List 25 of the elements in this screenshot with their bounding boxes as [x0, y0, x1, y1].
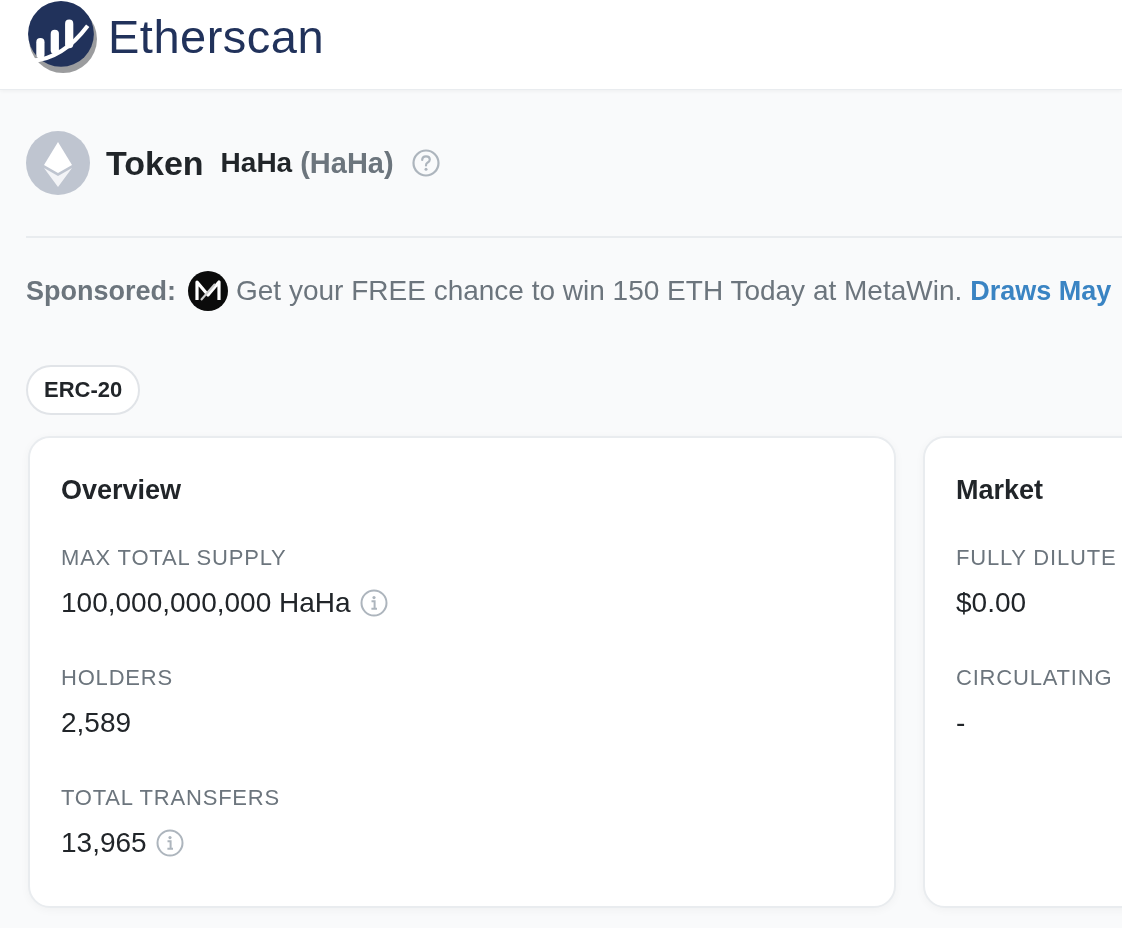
info-icon[interactable] [359, 589, 388, 617]
field-label: MAX TOTAL SUPPLY [61, 544, 288, 572]
field-value: 100,000,000,000 HaHa [61, 587, 351, 619]
field-value: 13,965 [61, 827, 147, 859]
field-label: TOTAL TRANSFERS [61, 784, 281, 812]
field-value: 2,589 [61, 707, 132, 739]
token-name: HaHa [220, 147, 293, 179]
token-standard-tag: ERC-20 [26, 365, 141, 415]
ad-link[interactable]: Draws May [970, 275, 1112, 307]
token-symbol: (HaHa) [300, 146, 394, 180]
field-label: CIRCULATING [956, 664, 1114, 692]
page-title: Token [106, 143, 204, 183]
field-value: $0.00 [956, 587, 1027, 619]
info-icon[interactable] [155, 829, 184, 857]
ethereum-token-icon [26, 131, 90, 195]
ad-text: Get your FREE chance to win 150 ETH Today at MetaWin. [236, 275, 963, 307]
help-icon[interactable] [411, 149, 440, 177]
card-title: Overview [61, 474, 183, 507]
sponsored-label: Sponsored: [26, 275, 176, 307]
field-label: HOLDERS [61, 664, 174, 692]
etherscan-logo[interactable]: Etherscan [26, 1, 325, 73]
field-value: - [956, 707, 966, 739]
sponsor-logo-icon[interactable] [188, 271, 228, 311]
card-title: Market [956, 474, 1045, 507]
field-label: FULLY DILUTE [956, 544, 1118, 572]
